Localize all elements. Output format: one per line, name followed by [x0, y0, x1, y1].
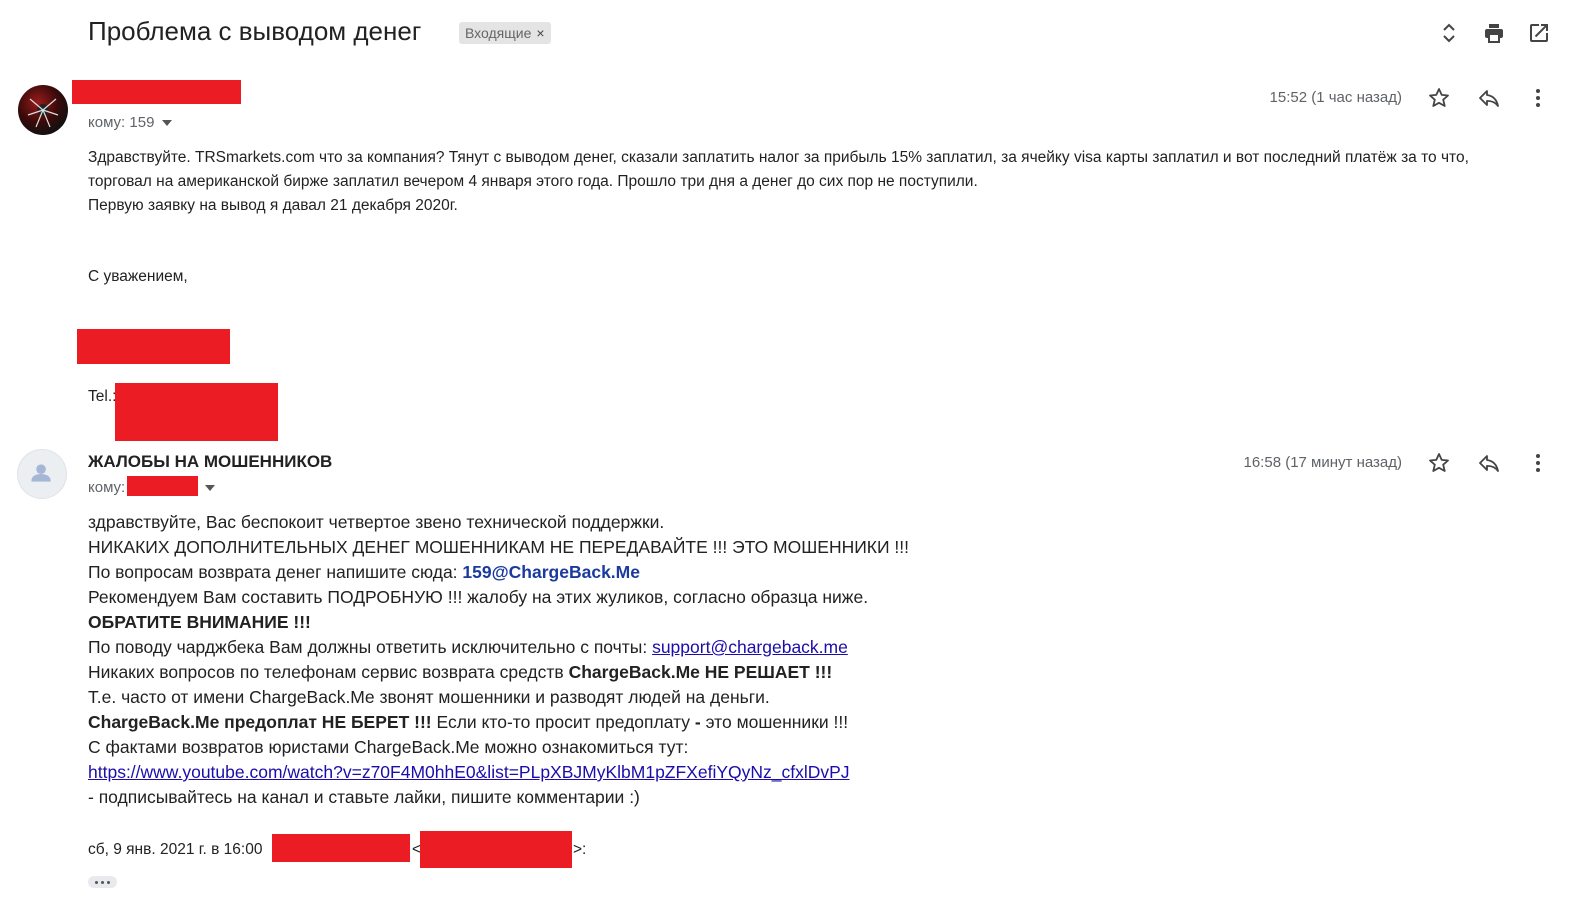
body-bold-text: ChargeBack.Me предоплат НЕ БЕРЕТ !!!	[88, 712, 432, 732]
dot	[95, 880, 98, 884]
message-body-line: С фактами возвратов юристами ChargeBack.…	[88, 737, 689, 757]
unfold-icon[interactable]	[1435, 19, 1463, 47]
redacted-sender-name	[72, 80, 241, 104]
signature-regards: С уважением,	[88, 268, 188, 285]
redacted-signature-name	[77, 329, 230, 364]
youtube-link[interactable]: https://www.youtube.com/watch?v=z70F4M0h…	[88, 762, 850, 782]
redacted-recipient	[127, 476, 198, 496]
body-bold-text: ChargeBack.Me НЕ РЕШАЕТ !!!	[568, 662, 833, 682]
open-in-new-window-icon[interactable]	[1525, 19, 1553, 47]
quoted-header-gt: >:	[573, 841, 587, 858]
body-text: Если кто-то просит предоплату	[431, 712, 691, 732]
message-body-line: торговал на американской бирже заплатил …	[88, 173, 978, 190]
message-body-line: - подписывайтесь на канал и ставьте лайк…	[88, 787, 640, 807]
recipient-label: кому:	[88, 479, 126, 496]
reply-icon[interactable]	[1475, 84, 1503, 112]
default-avatar-icon[interactable]	[17, 449, 67, 499]
message-body-line: По поводу чарджбека Вам должны ответить …	[88, 637, 848, 658]
more-vertical-icon[interactable]	[1524, 449, 1552, 477]
recipient-label: кому: 159	[88, 114, 155, 131]
message-body-line: Здравствуйте. TRSmarkets.com что за комп…	[88, 149, 1469, 166]
message-time: 15:52 (1 час назад)	[1269, 89, 1402, 106]
support-email-link[interactable]: support@chargeback.me	[652, 637, 848, 657]
print-icon[interactable]	[1480, 19, 1508, 47]
body-text: По вопросам возврата денег напишите сюда…	[88, 562, 463, 582]
message-body-line: https://www.youtube.com/watch?v=z70F4M0h…	[88, 762, 850, 783]
sender-avatar[interactable]	[18, 85, 68, 135]
message-body-line: НИКАКИХ ДОПОЛНИТЕЛЬНЫХ ДЕНЕГ МОШЕННИКАМ …	[88, 537, 910, 557]
more-vertical-icon[interactable]	[1524, 84, 1552, 112]
contact-email-link[interactable]: 159@ChargeBack.Me	[462, 562, 640, 582]
message-body-line: Т.е. часто от имени ChargeBack.Me звонят…	[88, 687, 770, 707]
label-chip-inbox[interactable]: Входящие ×	[459, 22, 551, 44]
body-text: это мошенники !!!	[705, 712, 849, 732]
body-bold-dash: -	[690, 712, 706, 732]
star-icon[interactable]	[1425, 84, 1453, 112]
message-body-line: ChargeBack.Me предоплат НЕ БЕРЕТ !!! Есл…	[88, 712, 848, 733]
attention-heading: ОБРАТИТЕ ВНИМАНИЕ !!!	[88, 612, 311, 632]
body-text: По поводу чарджбека Вам должны ответить …	[88, 637, 653, 657]
email-subject: Проблема с выводом денег	[88, 16, 422, 46]
message-time: 16:58 (17 минут назад)	[1243, 454, 1403, 471]
recipient-line[interactable]: кому:	[88, 479, 125, 496]
recipient-line[interactable]: кому: 159	[88, 114, 173, 131]
message-body-line: Никаких вопросов по телефонам сервис воз…	[88, 662, 832, 683]
message-body-line: здравствуйте, Вас беспокоит четвертое зв…	[88, 512, 665, 532]
redacted-quoted-sender	[272, 834, 410, 862]
remove-label-icon[interactable]: ×	[536, 25, 544, 41]
signature-tel-label: Tel.:	[88, 388, 117, 405]
redacted-quoted-email	[420, 831, 572, 868]
message-body-line: Первую заявку на вывод я давал 21 декабр…	[88, 197, 458, 214]
message-body-line: Рекомендуем Вам составить ПОДРОБНУЮ !!! …	[88, 587, 869, 607]
show-trimmed-content-button[interactable]	[88, 876, 117, 888]
message-body-line: По вопросам возврата денег напишите сюда…	[88, 562, 640, 583]
star-icon[interactable]	[1425, 449, 1453, 477]
sender-name: ЖАЛОБЫ НА МОШЕННИКОВ	[88, 452, 333, 471]
show-details-caret-icon[interactable]	[162, 120, 173, 127]
dot	[101, 880, 104, 884]
redacted-phone-number	[115, 383, 278, 441]
body-text: Никаких вопросов по телефонам сервис воз…	[88, 662, 569, 682]
reply-icon[interactable]	[1475, 449, 1503, 477]
show-details-caret-icon[interactable]	[205, 485, 215, 491]
label-chip-text: Входящие	[465, 25, 532, 41]
dot	[107, 880, 110, 884]
quoted-header-date: сб, 9 янв. 2021 г. в 16:00	[88, 841, 263, 858]
